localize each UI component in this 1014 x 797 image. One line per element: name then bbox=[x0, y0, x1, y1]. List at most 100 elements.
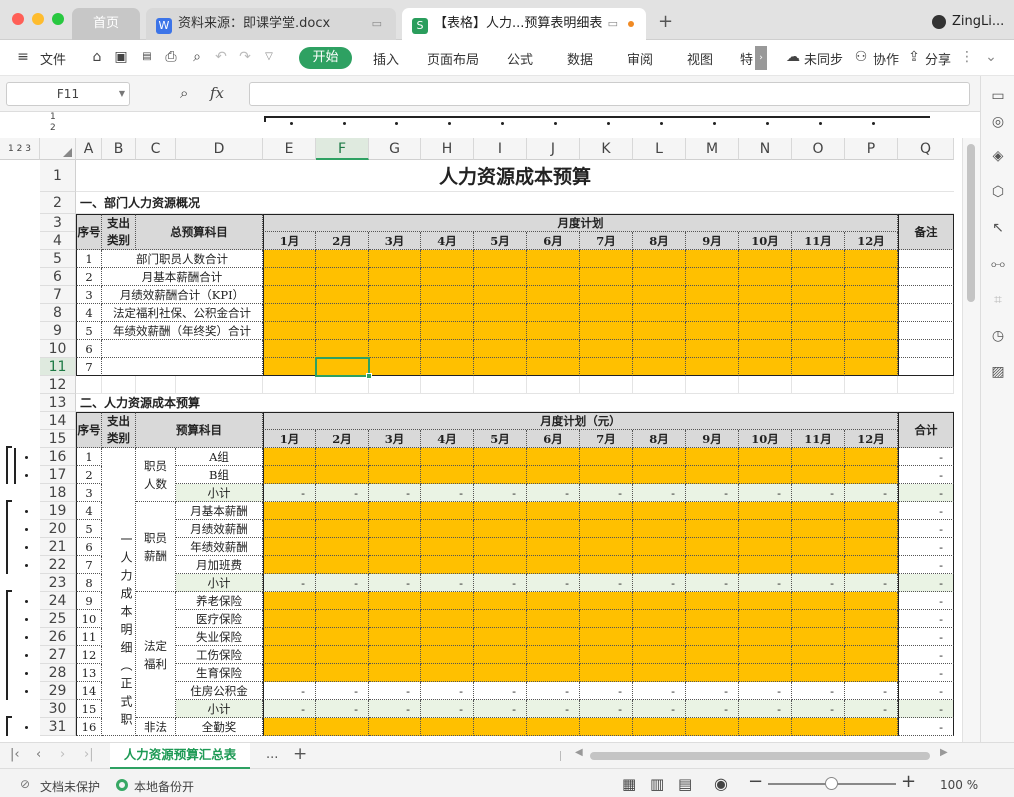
column-group-dot[interactable] bbox=[712, 122, 716, 125]
row-group-dot[interactable] bbox=[25, 654, 28, 657]
column-header-d[interactable]: D bbox=[176, 138, 263, 160]
add-sheet-plus-icon[interactable]: + bbox=[293, 744, 307, 764]
row-header-31[interactable]: 31 bbox=[40, 718, 76, 736]
menu-share[interactable]: 分享 bbox=[925, 49, 951, 68]
image-icon[interactable]: ▨ bbox=[988, 362, 1008, 382]
expand-panel-icon[interactable]: ▭ bbox=[988, 86, 1008, 106]
selected-cell-outline[interactable] bbox=[315, 357, 370, 377]
zoom-window-button[interactable] bbox=[52, 13, 64, 25]
row-group-dot[interactable] bbox=[25, 636, 28, 639]
column-group-dot[interactable] bbox=[289, 122, 293, 125]
row-header-17[interactable]: 17 bbox=[40, 466, 76, 484]
more-vertical-icon[interactable]: ⋮ bbox=[958, 48, 976, 66]
row-header-27[interactable]: 27 bbox=[40, 646, 76, 664]
column-group-dot[interactable] bbox=[659, 122, 663, 125]
column-group-dot[interactable] bbox=[500, 122, 504, 125]
row-outline-level-buttons[interactable]: 1 2 3 bbox=[0, 138, 40, 160]
view-freeze-icon[interactable]: ▦ bbox=[622, 775, 636, 793]
tab-docx[interactable]: W 资料来源：即课学堂.docx ▭ bbox=[146, 8, 396, 40]
column-header-i[interactable]: I bbox=[474, 138, 527, 160]
column-header-l[interactable]: L bbox=[633, 138, 686, 160]
open-folder-icon[interactable]: ⌂ bbox=[88, 48, 106, 66]
first-sheet-icon[interactable]: |‹ bbox=[10, 747, 20, 762]
row-header-13[interactable]: 13 bbox=[40, 394, 76, 412]
row-header-14[interactable]: 14 bbox=[40, 412, 76, 430]
row-header-30[interactable]: 30 bbox=[40, 700, 76, 718]
sheet-grid[interactable]: 1 2 3 4 5 6 7 8 9 10 11 12 13 14 15 16 17 18 19 20 21 22 23 24 2… bbox=[0, 160, 962, 742]
row-header-28[interactable]: 28 bbox=[40, 664, 76, 682]
column-header-p[interactable]: P bbox=[845, 138, 898, 160]
row-group-dot[interactable] bbox=[25, 528, 28, 531]
column-header-b[interactable]: B bbox=[102, 138, 136, 160]
row-header-23[interactable]: 23 bbox=[40, 574, 76, 592]
last-sheet-icon[interactable]: ›| bbox=[84, 747, 94, 762]
column-group-dot[interactable] bbox=[818, 122, 822, 125]
column-group-dot[interactable] bbox=[395, 122, 398, 125]
row-header-26[interactable]: 26 bbox=[40, 628, 76, 646]
fill-handle[interactable] bbox=[366, 373, 372, 379]
menu-page-layout[interactable]: 页面布局 bbox=[427, 49, 479, 68]
row-header-4[interactable]: 4 bbox=[40, 232, 76, 250]
menu-start[interactable]: 开始 bbox=[299, 47, 352, 69]
print-icon[interactable]: ⎙ bbox=[162, 48, 180, 66]
user-name[interactable]: ZingLi... bbox=[952, 14, 1004, 29]
menu-view[interactable]: 视图 bbox=[687, 49, 713, 68]
prev-sheet-icon[interactable]: ‹ bbox=[36, 747, 41, 762]
hscroll-left-icon[interactable]: ◀ bbox=[575, 747, 583, 758]
column-header-j[interactable]: J bbox=[527, 138, 580, 160]
undo-icon[interactable]: ↶ bbox=[212, 48, 230, 66]
view-normal-icon[interactable]: ▥ bbox=[650, 775, 664, 793]
row-header-9[interactable]: 9 bbox=[40, 322, 76, 340]
vertical-scrollbar[interactable] bbox=[962, 138, 980, 742]
next-sheet-icon[interactable]: › bbox=[60, 747, 65, 762]
zoom-level[interactable]: 100 % bbox=[940, 778, 978, 792]
row-group-dot[interactable] bbox=[25, 564, 28, 567]
row-header-3[interactable]: 3 bbox=[40, 214, 76, 232]
sliders-icon[interactable]: ⧟ bbox=[988, 254, 1008, 274]
column-group-dot[interactable] bbox=[553, 122, 557, 125]
row-header-18[interactable]: 18 bbox=[40, 484, 76, 502]
function-fx-icon[interactable]: fx bbox=[210, 84, 224, 102]
menu-file[interactable]: 文件 bbox=[40, 49, 66, 68]
history-clock-icon[interactable]: ◷ bbox=[988, 326, 1008, 346]
row-group-bracket-inner[interactable] bbox=[14, 466, 16, 484]
row-header-20[interactable]: 20 bbox=[40, 520, 76, 538]
tab-home[interactable]: 首页 bbox=[72, 8, 140, 40]
row-group-bracket[interactable] bbox=[6, 590, 8, 700]
collapse-ribbon-chevron-icon[interactable]: ⌄ bbox=[982, 48, 1000, 66]
row-group-dot[interactable] bbox=[25, 510, 28, 513]
row-header-5[interactable]: 5 bbox=[40, 250, 76, 268]
sync-status[interactable]: 未同步 bbox=[804, 49, 843, 68]
close-window-button[interactable] bbox=[12, 13, 24, 25]
eye-protect-icon[interactable]: ◉ bbox=[714, 774, 728, 793]
row-header-7[interactable]: 7 bbox=[40, 286, 76, 304]
hamburger-icon[interactable]: ≡ bbox=[14, 48, 32, 66]
row-header-24[interactable]: 24 bbox=[40, 592, 76, 610]
name-box[interactable]: F11 ▼ bbox=[6, 82, 130, 106]
ribbon-scroll-right-icon[interactable]: › bbox=[755, 46, 767, 70]
column-group-dot[interactable] bbox=[871, 122, 875, 125]
more-quick-icon[interactable]: ▽ bbox=[260, 48, 278, 66]
vertical-scroll-thumb[interactable] bbox=[967, 144, 975, 302]
row-header-15[interactable]: 15 bbox=[40, 430, 76, 448]
zoom-search-icon[interactable]: ⌕ bbox=[180, 84, 188, 102]
column-header-c[interactable]: C bbox=[136, 138, 176, 160]
row-header-21[interactable]: 21 bbox=[40, 538, 76, 556]
menu-data[interactable]: 数据 bbox=[567, 49, 593, 68]
export-pdf-icon[interactable]: ▤ bbox=[138, 48, 156, 66]
row-group-dot[interactable] bbox=[25, 726, 28, 729]
row-group-bracket[interactable] bbox=[6, 716, 8, 736]
avatar[interactable] bbox=[932, 15, 946, 29]
menu-collab[interactable]: 协作 bbox=[873, 49, 899, 68]
print-preview-icon[interactable]: ⌕ bbox=[188, 48, 206, 66]
column-header-f[interactable]: F bbox=[316, 138, 369, 160]
select-all-corner[interactable] bbox=[40, 138, 76, 160]
hscroll-right-icon[interactable]: ▶ bbox=[940, 747, 948, 758]
column-header-o[interactable]: O bbox=[792, 138, 845, 160]
row-header-25[interactable]: 25 bbox=[40, 610, 76, 628]
column-header-k[interactable]: K bbox=[580, 138, 633, 160]
zoom-slider-thumb[interactable] bbox=[825, 777, 838, 790]
row-group-dot[interactable] bbox=[25, 690, 28, 693]
column-group-bracket[interactable] bbox=[264, 116, 930, 118]
row-header-22[interactable]: 22 bbox=[40, 556, 76, 574]
